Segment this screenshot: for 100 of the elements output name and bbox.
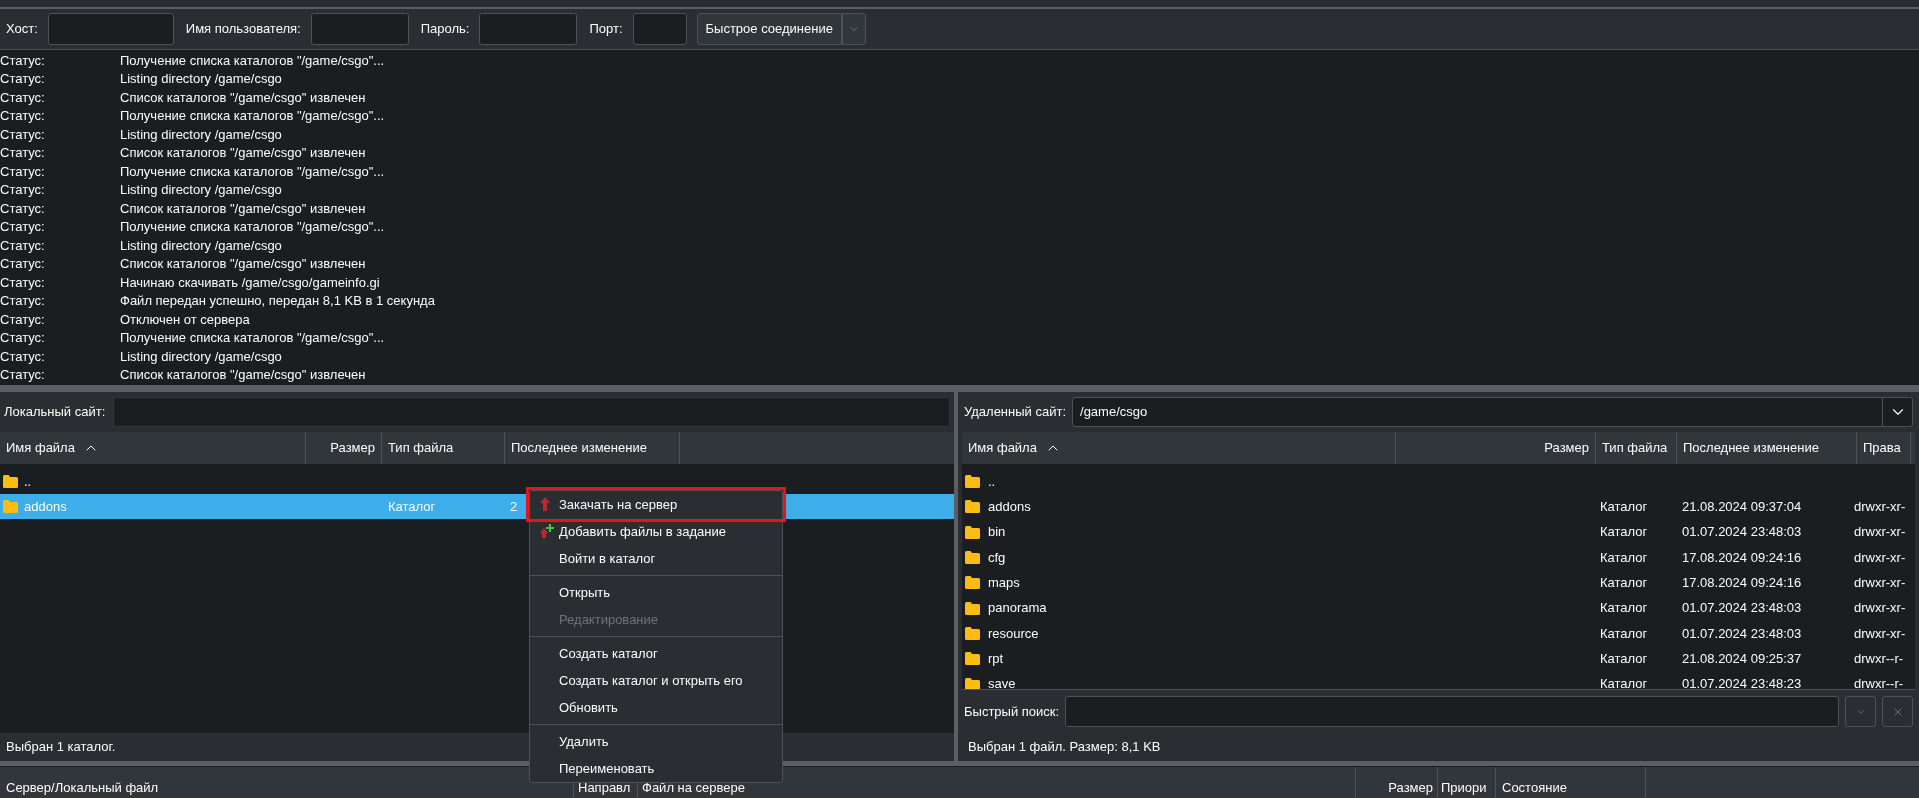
- menu-item[interactable]: Закачать на сервер: [530, 491, 782, 518]
- file-type: Каталог: [388, 497, 437, 516]
- log-message: Listing directory /game/csgo: [120, 349, 282, 363]
- file-name: save: [988, 675, 1016, 689]
- log-message: Получение списка каталогов "/game/csgo"...: [120, 53, 385, 67]
- input-field[interactable]: [310, 13, 409, 45]
- file-name: cfg: [988, 548, 1006, 567]
- up-arrow-icon: [540, 497, 550, 511]
- log-label: Статус:: [0, 238, 46, 252]
- local-site-label: Локальный сайт:: [4, 403, 106, 422]
- input-field[interactable]: [479, 13, 578, 45]
- column-header[interactable]: Приори: [1441, 777, 1487, 797]
- folder-icon: [965, 652, 980, 666]
- log-label: Статус:: [0, 331, 46, 345]
- log-message: Список каталогов "/game/csgo" извлечен: [120, 368, 366, 382]
- splitter[interactable]: [0, 761, 1919, 766]
- column-header[interactable]: Имя файла: [962, 432, 1396, 464]
- menu-item[interactable]: Удалить: [530, 728, 782, 755]
- menu-item[interactable]: Открыть: [530, 579, 782, 606]
- status-text: Выбран 1 каталог.: [6, 738, 116, 757]
- log-label: Статус:: [0, 368, 46, 382]
- clear-search-button[interactable]: [1882, 696, 1913, 727]
- input-field[interactable]: [47, 13, 174, 45]
- log-label: Статус:: [0, 127, 46, 141]
- file-row[interactable]: bin Каталог 01.07.2024 23:48:03 drwxr-xr-: [962, 519, 1915, 545]
- file-name: addons: [988, 498, 1031, 517]
- file-permissions: drwxr-xr-: [1854, 599, 1906, 618]
- column-header[interactable]: Размер: [1388, 777, 1433, 797]
- file-modified: 17.08.2024 09:24:16: [1681, 548, 1803, 567]
- log-label: Статус:: [0, 275, 46, 289]
- log-message: Список каталогов "/game/csgo" извлечен: [120, 201, 366, 215]
- log-label: Статус:: [0, 146, 46, 160]
- file-type: Каталог: [1599, 574, 1649, 593]
- file-permissions: drwxr-xr-: [1854, 548, 1906, 567]
- file-row[interactable]: cfg Каталог 17.08.2024 09:24:16 drwxr-xr-: [962, 544, 1915, 571]
- file-row[interactable]: addons Каталог 21.08.2024 09:37:04 drwxr-xr-: [962, 494, 1915, 520]
- file-name: ..: [988, 472, 996, 491]
- file-row[interactable]: maps Каталог 17.08.2024 09:24:16 drwxr-xr-: [962, 570, 1915, 596]
- file-permissions: drwxr-xr-: [1854, 498, 1906, 517]
- file-row[interactable]: rpt Каталог 21.08.2024 09:25:37 drwxr--r-: [962, 646, 1915, 672]
- file-permissions: drwxr--r-: [1854, 675, 1904, 689]
- field-label: Пароль:: [420, 20, 470, 39]
- file-name: ..: [24, 472, 32, 491]
- folder-icon: [965, 551, 980, 565]
- column-header[interactable]: Размер: [1396, 432, 1596, 464]
- log-message: Listing directory /game/csgo: [120, 238, 282, 252]
- column-header[interactable]: Права: [1857, 432, 1911, 464]
- log-message: Получение списка каталогов "/game/csgo"...: [120, 331, 385, 345]
- column-header[interactable]: Имя файла: [0, 432, 306, 464]
- file-row[interactable]: ..: [962, 469, 1915, 495]
- file-modified: 01.07.2024 23:48:03: [1681, 523, 1803, 542]
- menu-item[interactable]: Переименовать: [530, 755, 782, 782]
- file-name: addons: [24, 497, 67, 516]
- file-row[interactable]: save Каталог 01.07.2024 23:48:23 drwxr--r-: [962, 671, 1915, 689]
- column-header[interactable]: Размер: [306, 432, 382, 464]
- up-arrow-plus-icon: [540, 524, 554, 538]
- log-label: Статус:: [0, 349, 46, 363]
- folder-icon: [965, 525, 980, 539]
- log-message: Список каталогов "/game/csgo" извлечен: [120, 257, 366, 271]
- log-label: Статус:: [0, 257, 46, 271]
- column-header[interactable]: Тип файла: [382, 432, 505, 464]
- input-field[interactable]: [632, 13, 687, 45]
- quickconnect-button[interactable]: Быстрое соединение: [696, 13, 842, 45]
- log-label: Статус:: [0, 53, 46, 67]
- local-path-field[interactable]: [113, 397, 950, 427]
- column-header[interactable]: Тип файла: [1596, 432, 1677, 464]
- file-row[interactable]: ..: [0, 469, 954, 494]
- column-header[interactable]: Состояние: [1502, 777, 1567, 797]
- quickconnect-dropdown[interactable]: [841, 13, 866, 45]
- column-header[interactable]: Сервер/Локальный файл: [6, 777, 159, 797]
- menu-item[interactable]: Добавить файлы в задание: [530, 518, 782, 545]
- log-message: Начинаю скачивать /game/csgo/gameinfo.gi: [120, 275, 380, 289]
- log-label: Статус:: [0, 312, 46, 326]
- menu-item[interactable]: Обновить: [530, 694, 782, 721]
- file-type: Каталог: [1599, 624, 1649, 643]
- file-permissions: drwxr-xr-: [1854, 624, 1906, 643]
- file-type: Каталог: [1599, 649, 1649, 668]
- menu-item[interactable]: Создать каталог: [530, 640, 782, 667]
- menu-item[interactable]: Войти в каталог: [530, 545, 782, 572]
- log-message: Список каталогов "/game/csgo" извлечен: [120, 146, 366, 160]
- file-modified: 01.07.2024 23:48:03: [1681, 624, 1803, 643]
- file-row[interactable]: resource Каталог 01.07.2024 23:48:03 drwxr-xr-: [962, 620, 1915, 647]
- folder-icon: [965, 500, 980, 514]
- file-row[interactable]: panorama Каталог 01.07.2024 23:48:03 drwxr-xr-: [962, 595, 1915, 621]
- file-modified: 17.08.2024 09:24:16: [1681, 574, 1803, 593]
- file-type: Каталог: [1599, 548, 1649, 567]
- search-field[interactable]: [1065, 696, 1839, 727]
- file-type: Каталог: [1599, 498, 1649, 517]
- column-header[interactable]: Последнее изменение: [1677, 432, 1857, 464]
- remote-site-label: Удаленный сайт:: [964, 403, 1066, 422]
- column-header[interactable]: Последнее изменение: [505, 432, 680, 464]
- file-modified: 2: [510, 497, 518, 516]
- file-permissions: drwxr--r-: [1854, 649, 1904, 668]
- remote-path-field[interactable]: /game/csgo: [1072, 397, 1913, 427]
- menu-item[interactable]: Создать каталог и открыть его: [530, 667, 782, 694]
- field-label: Имя пользователя:: [185, 20, 301, 39]
- log-message: Listing directory /game/csgo: [120, 183, 282, 197]
- search-options-button[interactable]: [1845, 696, 1876, 727]
- log-label: Статус:: [0, 294, 46, 308]
- log-message: Получение списка каталогов "/game/csgo"...: [120, 220, 385, 234]
